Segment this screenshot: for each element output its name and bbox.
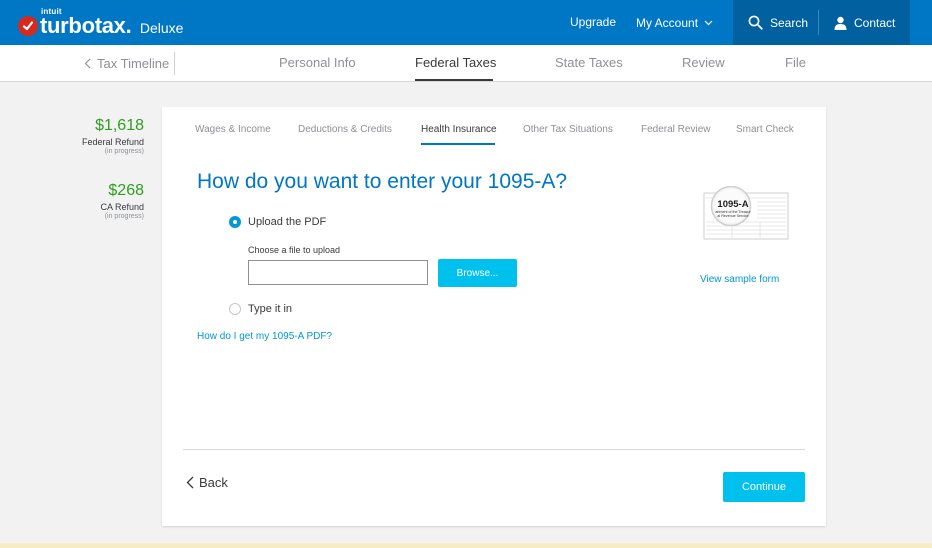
search-label: Search [770,15,809,30]
state-refund-status: (in progress) [104,213,144,220]
federal-refund-status: (in progress) [104,148,144,155]
form-1095a-thumbnail: 1095-A artment of the Treasur al Revenue… [703,186,789,240]
state-refund-label: CA Refund [100,202,144,212]
choose-file-label: Choose a file to upload [248,245,341,255]
page-title: How do you want to enter your 1095-A? [197,170,568,193]
chevron-down-icon [704,20,713,25]
product-name: Deluxe [139,20,184,36]
checkmark-logo-icon [18,16,38,36]
subtab-other-tax-situations[interactable]: Other Tax Situations [523,124,613,135]
get-1095a-pdf-link[interactable]: How do I get my 1095-A PDF? [197,331,332,342]
type-it-in-label[interactable]: Type it in [248,303,292,315]
federal-refund-label: Federal Refund [81,137,144,147]
contact-label: Contact [854,15,896,30]
tools-divider [818,10,819,35]
browse-button[interactable]: Browse... [438,259,517,287]
form-thumbnail-service: al Revenue Service [717,214,748,218]
view-sample-form-link[interactable]: View sample form [700,274,779,285]
nav-divider [174,52,175,75]
upload-pdf-radio[interactable] [229,216,241,228]
subtab-smart-check[interactable]: Smart Check [736,124,794,135]
state-refund-meter[interactable]: $268 CA Refund (in progress) [44,182,144,220]
federal-refund-amount: $1,618 [95,117,144,134]
chevron-left-icon [84,58,91,69]
subtab-active-indicator [421,143,495,145]
nav-federal-taxes[interactable]: Federal Taxes [415,45,496,82]
top-bar: intuit turbotax. Deluxe Upgrade My Accou… [0,0,932,45]
person-icon [834,16,847,30]
search-icon [748,15,763,30]
intuit-wordmark: intuit [41,7,62,16]
nav-state-taxes[interactable]: State Taxes [555,45,623,82]
nav-review[interactable]: Review [682,45,725,82]
header-tools: Search Contact [733,0,910,45]
turbotax-wordmark: turbotax. [40,13,132,38]
footer-divider [183,449,805,450]
continue-button[interactable]: Continue [723,472,805,502]
nav-active-indicator [415,79,493,81]
nav-file[interactable]: File [785,45,806,82]
bottom-banner-strip [0,543,932,548]
main-card: Wages & Income Deductions & Credits Heal… [162,107,826,526]
back-button[interactable]: Back [186,475,228,490]
tax-timeline-link[interactable]: Tax Timeline [84,45,169,82]
type-it-in-radio[interactable] [229,303,241,315]
chevron-left-icon [186,476,194,489]
turbotax-logo[interactable]: intuit turbotax. Deluxe [18,7,184,39]
subtab-federal-review[interactable]: Federal Review [641,124,710,135]
subtab-health-insurance[interactable]: Health Insurance [421,124,497,135]
my-account-label: My Account [636,15,699,30]
tax-timeline-label: Tax Timeline [97,55,170,71]
federal-refund-meter[interactable]: $1,618 Federal Refund (in progress) [44,117,144,155]
form-thumbnail-title: 1095-A [717,199,748,210]
upload-pdf-label[interactable]: Upload the PDF [248,216,326,228]
back-label: Back [199,475,228,490]
upgrade-link[interactable]: Upgrade [570,0,616,45]
subtab-wages-income[interactable]: Wages & Income [195,124,271,135]
my-account-menu[interactable]: My Account [636,0,713,45]
state-refund-amount: $268 [108,182,144,199]
search-button[interactable]: Search [748,0,808,45]
subtab-deductions-credits[interactable]: Deductions & Credits [298,124,392,135]
contact-button[interactable]: Contact [834,0,895,45]
nav-personal-info[interactable]: Personal Info [279,45,356,82]
file-path-input[interactable] [248,260,428,285]
section-nav: Tax Timeline Personal Info Federal Taxes… [0,45,932,82]
